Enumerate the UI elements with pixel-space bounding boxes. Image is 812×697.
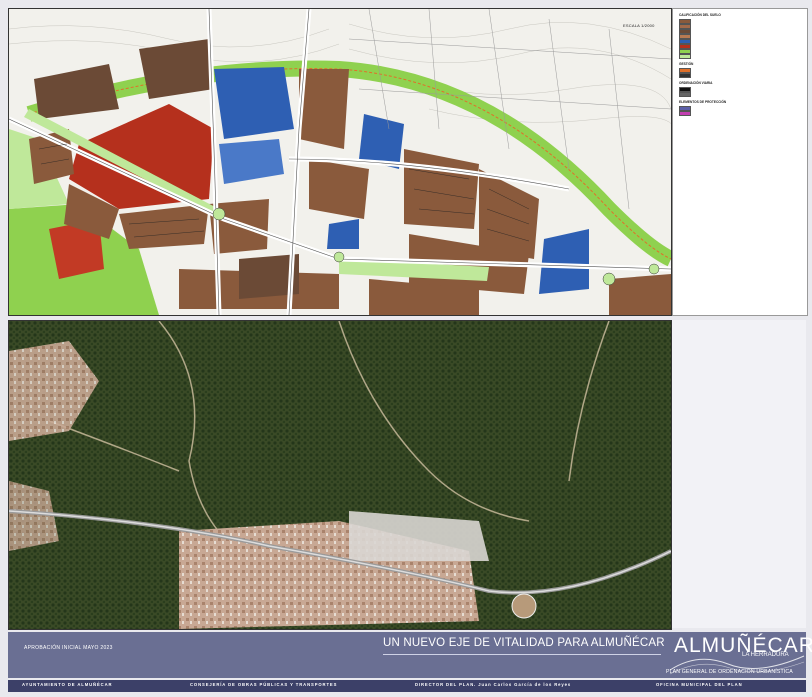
aerial-photo xyxy=(8,320,672,630)
credit-consejeria: CONSEJERÍA DE OBRAS PÚBLICAS Y TRANSPORT… xyxy=(190,682,338,687)
legend-swatch xyxy=(679,91,691,97)
legend-swatch xyxy=(679,72,691,78)
legend-body: Calificación del suelo Gestión Ordenación … xyxy=(673,13,807,116)
legend-item xyxy=(679,23,807,29)
aerial-photo-image xyxy=(9,321,671,629)
legend-section-title: Elementos de protección xyxy=(679,100,727,104)
legend-section-title: Ordenación viaria xyxy=(679,81,713,85)
credit-oficina: OFICINA MUNICIPAL DEL PLAN xyxy=(656,682,743,687)
sheet-title: UN NUEVO EJE DE VITALIDAD PARA ALMUÑÉCAR xyxy=(383,637,665,649)
legend-item xyxy=(679,91,807,97)
approval-label: APROBACIÓN INICIAL MAYO 2023 xyxy=(24,645,113,651)
urban-plan-map: ESCALA 1/2000 xyxy=(8,8,672,316)
plan-map-drawing xyxy=(9,9,671,315)
legend-item xyxy=(679,28,807,34)
legend-item xyxy=(679,53,807,59)
credit-director: DIRECTOR DEL PLAN. Juan Carlos García de… xyxy=(415,682,572,687)
map-legend: Calificación del suelo Gestión Ordenación … xyxy=(672,8,808,316)
legend-item xyxy=(679,33,807,39)
legend-item xyxy=(679,67,807,73)
legend-swatch xyxy=(679,53,691,59)
legend-section-title: Calificación del suelo xyxy=(679,13,721,17)
legend-swatch xyxy=(679,110,691,116)
credit-ayuntamiento: AYUNTAMIENTO DE ALMUÑÉCAR xyxy=(22,682,113,687)
legend-item xyxy=(679,48,807,54)
legend-section-title: Gestión xyxy=(679,62,694,66)
plan-name: PLAN GENERAL DE ORDENACIÓN URBANÍSTICA xyxy=(666,669,793,675)
description-text xyxy=(672,320,806,338)
legend-item xyxy=(679,110,807,116)
legend-item xyxy=(679,43,807,49)
legend-item xyxy=(679,18,807,24)
brand-subtitle: LA HERRADURA xyxy=(742,652,789,658)
legend-item xyxy=(679,38,807,44)
legend-item xyxy=(679,72,807,78)
title-rule xyxy=(383,654,661,655)
map-scale-label: ESCALA 1/2000 xyxy=(623,23,655,28)
description-text-panel xyxy=(672,320,806,628)
legend-item xyxy=(679,86,807,92)
legend-item xyxy=(679,105,807,111)
